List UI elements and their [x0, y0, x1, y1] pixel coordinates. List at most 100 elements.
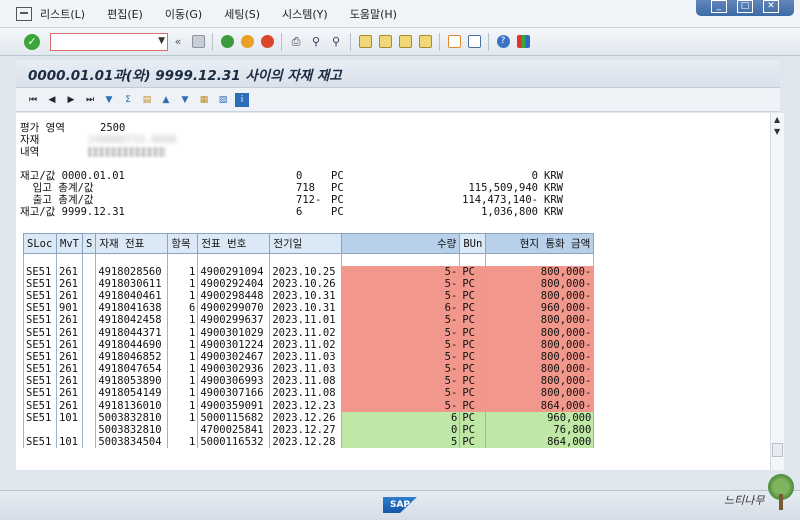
col-posting-date-header[interactable]: 전기일	[269, 233, 343, 254]
filter-icon[interactable]: ▼	[102, 93, 116, 107]
layout-icon[interactable]: ▦	[197, 93, 211, 107]
scroll-down-icon[interactable]: ▼	[774, 127, 780, 136]
first-page-icon[interactable]	[356, 33, 374, 51]
cell-sloc: SE51	[23, 265, 57, 278]
col-mvt-header[interactable]: MvT	[56, 233, 83, 254]
exit-icon[interactable]	[238, 33, 256, 51]
col-material-doc-header[interactable]: 자재 전표	[95, 233, 169, 254]
cell-mvt: 261	[56, 387, 83, 400]
menu-help[interactable]: 도움말(H)	[350, 6, 397, 22]
cell-doc: 4918136010	[95, 399, 169, 412]
cell-bun: PC	[459, 289, 487, 303]
col-bun-header[interactable]: BUn	[459, 233, 487, 254]
next-icon[interactable]: ▶	[64, 93, 78, 107]
sum-icon[interactable]: Σ	[121, 93, 135, 107]
table-row[interactable]: SE51 261 4918040461 1 4900298448 2023.10.31 5-…	[23, 289, 595, 303]
summary-label: 재고/값 0000.01.01	[20, 170, 125, 182]
next-page-icon[interactable]	[396, 33, 414, 51]
menu-edit[interactable]: 편집(E)	[107, 6, 143, 22]
table-row[interactable]: SE51 261 4918047654 1 4900302936 2023.11.03 5-…	[23, 363, 595, 376]
summary-currency: KRW	[544, 206, 563, 218]
vertical-scrollbar[interactable]: ▲ ▼	[770, 113, 784, 470]
new-session-icon[interactable]	[445, 33, 463, 51]
last-page-icon[interactable]	[416, 33, 434, 51]
col-ref-doc-header[interactable]: 전표 번호	[197, 233, 271, 254]
table-row[interactable]: SE51 101 5003832810 1 5000115682 2023.12.26 6 P…	[23, 411, 595, 424]
col-item-header[interactable]: 항목	[167, 233, 199, 254]
table-row[interactable]: SE51 261 4918030611 1 4900292404 2023.10.26 5-…	[23, 277, 595, 290]
menu-exit-icon[interactable]	[16, 6, 32, 21]
cell-amt: 800,000-	[485, 289, 595, 303]
select-layout-icon[interactable]: ▧	[216, 93, 230, 107]
sort-descending-icon[interactable]: ▼	[178, 93, 192, 107]
col-local-amount-header[interactable]: 현지 통화 금액	[485, 233, 595, 254]
command-field[interactable]: ▼	[50, 32, 168, 51]
table-row[interactable]: 5003832810 4700025841 2023.12.27 0 PC 76,800	[23, 423, 595, 437]
sort-ascending-icon[interactable]: ▲	[159, 93, 173, 107]
print-icon[interactable]: ⎙	[287, 33, 305, 51]
cell-item: 1	[167, 399, 199, 412]
table-row[interactable]: SE51 101 5003834504 1 5000116532 2023.12.28 5 P…	[23, 436, 595, 449]
menu-settings[interactable]: 세팅(S)	[224, 6, 260, 22]
scrollbar-thumb[interactable]	[772, 443, 783, 457]
chevron-down-icon[interactable]: ▼	[158, 36, 165, 46]
menu-system[interactable]: 시스템(Y)	[282, 6, 328, 22]
back-icon[interactable]	[218, 33, 236, 51]
cell-ref: 4900292404	[197, 277, 271, 290]
cell-amt: 800,000-	[485, 350, 595, 363]
cell-sloc: SE51	[23, 350, 57, 363]
cell-sloc: SE51	[23, 399, 57, 412]
menu-list[interactable]: 리스트(L)	[40, 6, 85, 22]
shortcut-icon[interactable]	[465, 33, 483, 51]
summary-unit: PC	[331, 182, 344, 194]
cell-bun: PC	[459, 411, 487, 424]
save-icon[interactable]	[189, 33, 207, 51]
table-row[interactable]: SE51 261 4918046852 1 4900302467 2023.11.03 5-…	[23, 350, 595, 363]
find-icon[interactable]: ⚲	[307, 33, 325, 51]
cell-bun: PC	[459, 338, 487, 351]
summary-unit: PC	[331, 194, 344, 206]
enter-check-icon[interactable]: ✓	[24, 33, 40, 50]
table-row[interactable]: SE51 261 4918053890 1 4900306993 2023.11.08 5-…	[23, 375, 595, 388]
col-s-header[interactable]: S	[81, 233, 97, 254]
toolbar-separator	[350, 32, 351, 51]
first-icon[interactable]: ⏮	[26, 93, 40, 107]
scroll-up-icon[interactable]: ▲	[774, 115, 780, 124]
previous-page-icon[interactable]	[376, 33, 394, 51]
last-icon[interactable]: ⏭	[83, 93, 97, 107]
cancel-icon[interactable]	[258, 33, 276, 51]
cell-qty: 0	[341, 423, 461, 437]
subtotal-icon[interactable]: ▤	[140, 93, 154, 107]
help-icon[interactable]: ?	[494, 33, 512, 51]
double-chevron-left-icon[interactable]: «	[169, 33, 187, 51]
status-bar: SAP	[0, 490, 800, 520]
material-label: 자재	[20, 134, 40, 146]
col-sloc-header[interactable]: SLoc	[23, 233, 57, 254]
menu-goto[interactable]: 이동(G)	[165, 6, 202, 22]
cell-date: 2023.11.02	[269, 326, 343, 339]
cell-ref: 4900299070	[197, 302, 271, 315]
table-row[interactable]: SE51 261 4918044690 1 4900301224 2023.11.02 5-…	[23, 338, 595, 351]
table-row[interactable]: SE51 261 4918042458 1 4900299637 2023.11.01 5-…	[23, 314, 595, 327]
cell-ref: 4900306993	[197, 375, 271, 388]
cell-doc: 5003834504	[95, 436, 169, 449]
table-row[interactable]: SE51 261 4918054149 1 4900307166 2023.11.08 5-…	[23, 387, 595, 400]
maximize-button[interactable]: □	[737, 0, 753, 13]
table-row[interactable]: SE51 261 4918044371 1 4900301029 2023.11.02 5-…	[23, 326, 595, 339]
find-next-icon[interactable]: ⚲	[327, 33, 345, 51]
cell-item: 6	[167, 302, 199, 315]
cell-ref: 4900299637	[197, 314, 271, 327]
table-row[interactable]: SE51 261 4918028560 1 4900291094 2023.10.25 5-…	[23, 265, 595, 278]
table-row[interactable]: SE51 261 4918136010 1 4900359091 2023.12.23 5-…	[23, 399, 595, 412]
col-quantity-header[interactable]: 수량	[341, 233, 461, 254]
cell-amt: 800,000-	[485, 375, 595, 388]
cell-amt: 76,800	[485, 423, 595, 437]
table-row[interactable]: SE51 901 4918041638 6 4900299070 2023.10.31 6-…	[23, 302, 595, 315]
close-button[interactable]: ✕	[763, 0, 779, 13]
minimize-button[interactable]: _	[711, 0, 727, 13]
report-content: 평가 영역 2500 자재 240000715.0000 내역 재고/값 000…	[16, 113, 770, 470]
layout-menu-icon[interactable]	[514, 33, 532, 51]
cell-item: 1	[167, 436, 199, 449]
info-icon[interactable]: i	[235, 92, 249, 107]
previous-icon[interactable]: ◀	[45, 93, 59, 107]
